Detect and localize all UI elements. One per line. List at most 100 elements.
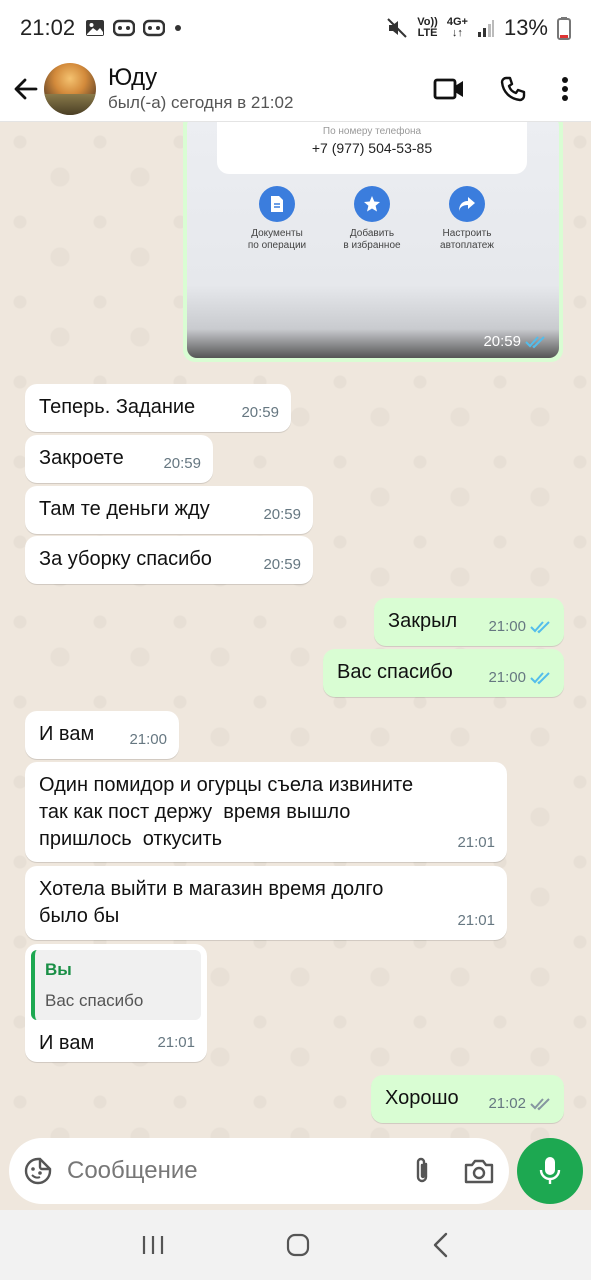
- payment-card-label: По номеру телефона: [322, 126, 422, 137]
- recent-apps-icon[interactable]: [141, 1233, 165, 1257]
- status-time: 21:02: [20, 15, 76, 40]
- message-text: Теперь. Задание: [39, 396, 196, 418]
- message-incoming[interactable]: Один помидор и огурцы съела извините так…: [25, 762, 507, 862]
- more-notifications-dot-icon: [175, 25, 182, 31]
- contact-avatar[interactable]: [44, 62, 96, 115]
- message-time: 21:00: [129, 731, 167, 748]
- message-outgoing[interactable]: Вас спасибо 21:00: [323, 649, 564, 697]
- volte-lte-indicator: Vo)) LTE: [417, 16, 438, 39]
- network-4g-indicator: 4G+ ↓↑: [446, 16, 468, 39]
- message-meta: 20:59: [483, 333, 547, 350]
- double-check-delivered-icon: [530, 1097, 550, 1110]
- star-icon: [354, 186, 390, 222]
- message-input-bar: Сообщение: [9, 1138, 509, 1204]
- message-time: 20:59: [263, 556, 301, 573]
- contact-last-seen: был(-а) сегодня в 21:02: [108, 92, 294, 112]
- mute-icon: [387, 18, 407, 38]
- message-meta: 20:59: [263, 501, 301, 528]
- double-check-read-icon: [525, 335, 545, 348]
- quoted-author: Вы: [45, 960, 72, 979]
- payment-action-autopay: Настроить автоплатеж: [422, 186, 512, 252]
- double-check-read-icon: [530, 671, 550, 684]
- quoted-text: Вас спасибо: [45, 991, 144, 1010]
- home-icon[interactable]: [286, 1233, 310, 1257]
- system-navigation-bar: [0, 1210, 591, 1280]
- signal-strength-icon: [477, 20, 494, 37]
- message-text: Там те деньги жду: [39, 498, 210, 520]
- message-text: Хорошо: [385, 1087, 459, 1109]
- app-notification-icon: [113, 19, 136, 37]
- payment-action-documents: Документы по операции: [232, 186, 322, 252]
- message-meta: 21:01: [457, 829, 495, 856]
- status-right: Vo)) LTE 4G+ ↓↑ 13%: [386, 15, 571, 41]
- message-text: Закроете: [39, 447, 124, 469]
- payment-action-label: Документы по операции: [247, 228, 307, 251]
- quoted-message[interactable]: Вы Вас спасибо: [31, 950, 201, 1020]
- notification-icons: [85, 18, 183, 38]
- contact-name: Юду: [108, 63, 158, 91]
- message-time: 20:59: [241, 404, 279, 421]
- message-meta: 20:59: [163, 450, 201, 477]
- chat-header: Юду был(-а) сегодня в 21:02: [0, 56, 591, 122]
- phone-call-icon[interactable]: [499, 75, 527, 103]
- header-actions: [433, 75, 591, 103]
- status-left: 21:02: [20, 15, 183, 41]
- app-notification-icon: [143, 19, 166, 37]
- message-text: Один помидор и огурцы съела извините так…: [39, 774, 414, 850]
- document-icon: [259, 186, 295, 222]
- message-time: 21:01: [157, 1034, 195, 1051]
- back-button[interactable]: [8, 71, 44, 107]
- voice-record-button[interactable]: [517, 1138, 583, 1204]
- message-time: 20:59: [263, 506, 301, 523]
- contact-info[interactable]: Юду был(-а) сегодня в 21:02: [108, 64, 293, 114]
- image-message[interactable]: По номеру телефона +7 (977) 504-53-85 До…: [183, 122, 563, 362]
- message-time: 20:59: [483, 333, 521, 350]
- gallery-icon: [86, 20, 105, 36]
- message-incoming[interactable]: Теперь. Задание 20:59: [25, 384, 291, 432]
- message-time: 21:01: [457, 912, 495, 929]
- message-time: 20:59: [163, 455, 201, 472]
- message-text: Вас спасибо: [337, 661, 453, 683]
- message-text: И вам: [39, 1032, 95, 1054]
- message-time: 21:02: [488, 1095, 526, 1112]
- message-meta: 21:00: [488, 664, 552, 691]
- back-nav-icon[interactable]: [431, 1232, 451, 1258]
- message-meta: 21:02: [488, 1090, 552, 1117]
- double-check-read-icon: [530, 620, 550, 633]
- chat-area[interactable]: По номеру телефона +7 (977) 504-53-85 До…: [0, 122, 591, 1140]
- camera-icon[interactable]: [463, 1157, 495, 1185]
- message-meta: 20:59: [241, 399, 279, 426]
- payment-card-phone: +7 (977) 504-53-85: [311, 140, 433, 156]
- message-meta: 21:00: [488, 613, 552, 640]
- message-outgoing[interactable]: Закрыл 21:00: [374, 598, 564, 646]
- message-time: 21:00: [488, 618, 526, 635]
- payment-action-label: Настроить автоплатеж: [440, 228, 494, 251]
- payment-screenshot[interactable]: По номеру телефона +7 (977) 504-53-85 До…: [187, 122, 559, 358]
- attach-paperclip-icon[interactable]: [409, 1156, 435, 1186]
- message-time: 21:00: [488, 669, 526, 686]
- payment-action-label: Добавить в избранное: [343, 228, 401, 251]
- message-text: Закрыл: [388, 610, 458, 632]
- message-incoming-reply[interactable]: Вы Вас спасибо И вам 21:01: [25, 944, 207, 1062]
- message-incoming[interactable]: И вам 21:00: [25, 711, 179, 759]
- message-meta: 21:01: [157, 1029, 195, 1056]
- message-incoming[interactable]: Там те деньги жду 20:59: [25, 486, 313, 534]
- message-text: И вам: [39, 723, 95, 745]
- emoji-sticker-icon[interactable]: [23, 1156, 53, 1186]
- video-call-icon[interactable]: [433, 77, 465, 101]
- message-text: За уборку спасибо: [39, 548, 212, 570]
- more-vertical-icon[interactable]: [561, 76, 569, 102]
- status-bar: 21:02 Vo)) LTE 4G+ ↓↑ 13%: [0, 0, 591, 56]
- battery-percent: 13%: [503, 15, 548, 40]
- message-incoming[interactable]: Хотела выйти в магазин время долго было …: [25, 866, 507, 940]
- message-input[interactable]: Сообщение: [67, 1157, 409, 1185]
- message-outgoing[interactable]: Хорошо 21:02: [371, 1075, 564, 1123]
- share-arrow-icon: [449, 186, 485, 222]
- payment-actions: Документы по операции Добавить в избранн…: [232, 186, 512, 252]
- message-meta: 21:00: [129, 726, 167, 753]
- message-incoming[interactable]: Закроете 20:59: [25, 435, 213, 483]
- message-incoming[interactable]: За уборку спасибо 20:59: [25, 536, 313, 584]
- payment-action-favorite: Добавить в избранное: [327, 186, 417, 252]
- message-meta: 21:01: [457, 907, 495, 934]
- message-time: 21:01: [457, 834, 495, 851]
